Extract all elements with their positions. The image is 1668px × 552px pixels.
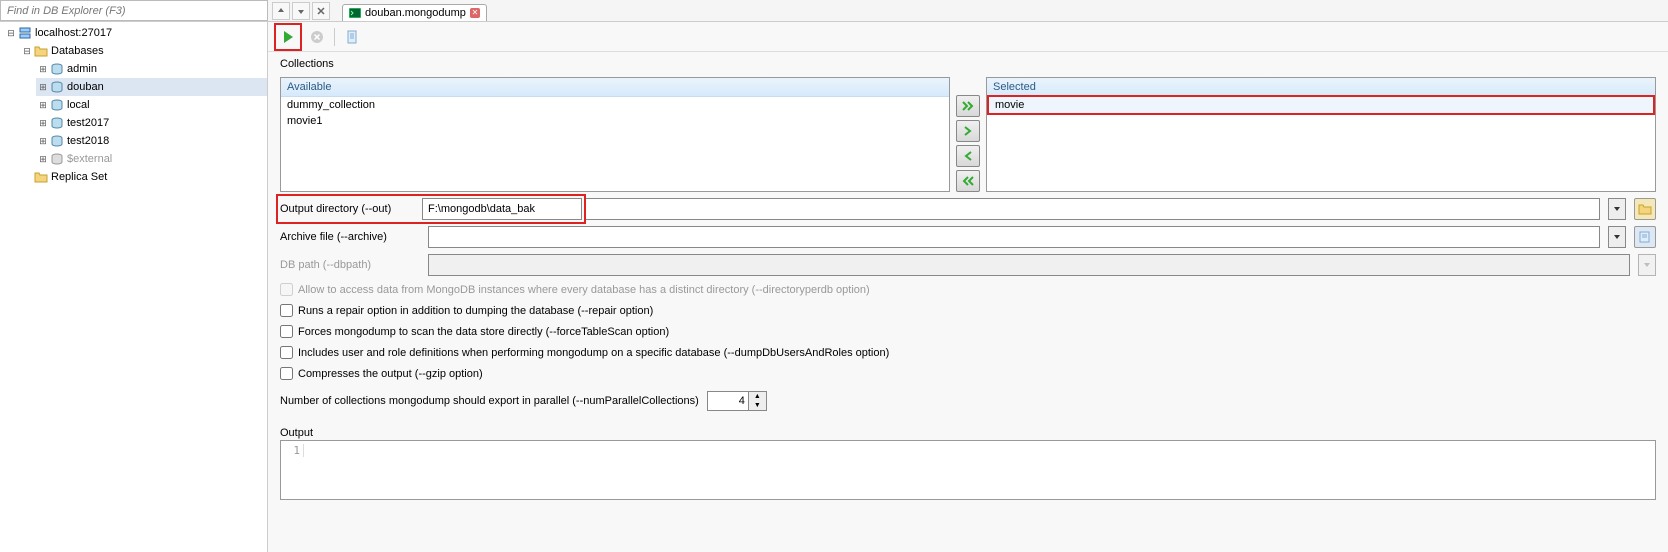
expander-icon[interactable]: ⊟ — [20, 44, 34, 58]
expander-icon[interactable]: ⊞ — [36, 116, 50, 130]
list-item[interactable]: dummy_collection — [281, 97, 949, 113]
dirperdb-checkbox — [280, 283, 293, 296]
find-input[interactable]: Find in DB Explorer (F3) — [0, 0, 268, 21]
tree-replica-folder[interactable]: ⊞ Replica Set — [20, 168, 267, 186]
gzip-label: Compresses the output (--gzip option) — [298, 368, 483, 380]
tree-db-external[interactable]: ⊞ $external — [36, 150, 267, 168]
output-line-number: 1 — [286, 444, 304, 457]
tree-db-test2018[interactable]: ⊞ test2018 — [36, 132, 267, 150]
tree-db-local[interactable]: ⊞ local — [36, 96, 267, 114]
toolbar-separator — [334, 28, 335, 46]
find-prev-button[interactable] — [272, 2, 290, 20]
forcescan-checkbox-row[interactable]: Forces mongodump to scan the data store … — [280, 324, 1656, 339]
tree-db-test2017[interactable]: ⊞ test2017 — [36, 114, 267, 132]
database-icon — [50, 80, 64, 94]
tree-db-label: $external — [67, 153, 112, 165]
dumpusers-checkbox-row[interactable]: Includes user and role definitions when … — [280, 345, 1656, 360]
move-all-left-button[interactable] — [956, 170, 980, 192]
list-item[interactable]: movie — [987, 95, 1655, 115]
repair-checkbox[interactable] — [280, 304, 293, 317]
parallel-input[interactable] — [708, 392, 748, 410]
dbpath-dropdown-button — [1638, 254, 1656, 276]
move-left-button[interactable] — [956, 145, 980, 167]
tree-db-label: test2018 — [67, 135, 109, 147]
folder-icon — [34, 44, 48, 58]
find-placeholder: Find in DB Explorer (F3) — [7, 5, 126, 17]
parallel-spinner[interactable]: ▲ ▼ — [707, 391, 767, 411]
parallel-label: Number of collections mongodump should e… — [280, 395, 699, 407]
list-item[interactable]: movie1 — [281, 113, 949, 129]
server-icon — [18, 26, 32, 40]
db-explorer-tree[interactable]: ⊟ localhost:27017 ⊟ Databases ⊞ admin — [0, 22, 268, 552]
forcescan-label: Forces mongodump to scan the data store … — [298, 326, 669, 338]
tree-db-label: test2017 — [67, 117, 109, 129]
dirperdb-label: Allow to access data from MongoDB instan… — [298, 284, 870, 296]
available-listbox[interactable]: Available dummy_collection movie1 — [280, 77, 950, 192]
outdir-input-ext[interactable] — [586, 198, 1600, 220]
dumpusers-checkbox[interactable] — [280, 346, 293, 359]
output-box[interactable]: 1 — [280, 440, 1656, 500]
stop-button[interactable] — [306, 26, 328, 48]
archive-label: Archive file (--archive) — [280, 231, 420, 243]
dumpusers-label: Includes user and role definitions when … — [298, 347, 889, 359]
expander-icon[interactable]: ⊞ — [36, 98, 50, 112]
folder-icon — [34, 170, 48, 184]
database-icon — [50, 134, 64, 148]
database-icon — [50, 152, 64, 166]
database-icon — [50, 62, 64, 76]
outdir-browse-button[interactable] — [1634, 198, 1656, 220]
gzip-checkbox-row[interactable]: Compresses the output (--gzip option) — [280, 366, 1656, 381]
expander-icon[interactable]: ⊞ — [36, 62, 50, 76]
tree-databases-label: Databases — [51, 45, 104, 57]
tree-root[interactable]: ⊟ localhost:27017 — [4, 24, 267, 42]
terminal-icon — [349, 7, 361, 19]
find-next-button[interactable] — [292, 2, 310, 20]
run-button[interactable] — [277, 26, 299, 48]
find-close-button[interactable] — [312, 2, 330, 20]
move-all-right-button[interactable] — [956, 95, 980, 117]
outdir-dropdown-button[interactable] — [1608, 198, 1626, 220]
database-icon — [50, 98, 64, 112]
gzip-checkbox[interactable] — [280, 367, 293, 380]
selected-listbox[interactable]: Selected movie — [986, 77, 1656, 192]
tab-douban-mongodump[interactable]: douban.mongodump ✕ — [342, 4, 487, 21]
repair-checkbox-row[interactable]: Runs a repair option in addition to dump… — [280, 303, 1656, 318]
expander-icon[interactable]: ⊟ — [4, 26, 18, 40]
archive-dropdown-button[interactable] — [1608, 226, 1626, 248]
archive-input[interactable] — [428, 226, 1600, 248]
tree-db-admin[interactable]: ⊞ admin — [36, 60, 267, 78]
tree-databases-folder[interactable]: ⊟ Databases — [20, 42, 267, 60]
expander-icon[interactable]: ⊞ — [36, 152, 50, 166]
dbpath-input — [428, 254, 1630, 276]
tree-db-label: admin — [67, 63, 97, 75]
dirperdb-checkbox-row: Allow to access data from MongoDB instan… — [280, 282, 1656, 297]
outdir-label: Output directory (--out) — [280, 203, 420, 215]
tree-replica-label: Replica Set — [51, 171, 107, 183]
database-icon — [50, 116, 64, 130]
output-label: Output — [280, 427, 1656, 440]
tree-db-label: local — [67, 99, 90, 111]
move-right-button[interactable] — [956, 120, 980, 142]
forcescan-checkbox[interactable] — [280, 325, 293, 338]
archive-browse-button[interactable] — [1634, 226, 1656, 248]
spin-up-button[interactable]: ▲ — [749, 392, 766, 401]
tree-root-label: localhost:27017 — [35, 27, 112, 39]
outdir-input[interactable] — [422, 198, 582, 220]
tab-title: douban.mongodump — [365, 7, 466, 19]
dbpath-label: DB path (--dbpath) — [280, 259, 420, 271]
expander-icon[interactable]: ⊞ — [36, 134, 50, 148]
tab-close-icon[interactable]: ✕ — [470, 8, 480, 18]
collections-label: Collections — [280, 58, 1656, 71]
expander-icon[interactable]: ⊞ — [36, 80, 50, 94]
tree-db-label: douban — [67, 81, 104, 93]
tree-db-douban[interactable]: ⊞ douban — [36, 78, 267, 96]
available-header: Available — [281, 78, 949, 97]
spin-down-button[interactable]: ▼ — [749, 401, 766, 410]
repair-label: Runs a repair option in addition to dump… — [298, 305, 653, 317]
document-button[interactable] — [341, 26, 363, 48]
